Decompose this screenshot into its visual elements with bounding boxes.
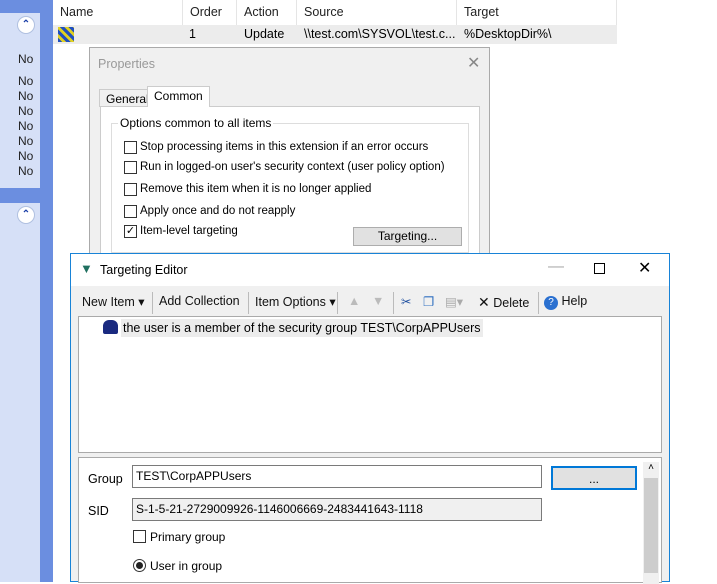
status-value: No <box>18 104 34 118</box>
scrollbar[interactable]: ˄ <box>643 462 659 584</box>
targeting-tree: the user is a member of the security gro… <box>78 316 662 453</box>
help-label: Help <box>561 294 588 308</box>
move-up-icon[interactable]: ▲ <box>348 294 360 308</box>
properties-dialog: Properties ✕ General Options common to a… <box>89 47 490 259</box>
status-value: No <box>18 89 34 103</box>
paste-icon[interactable]: ▤▾ <box>445 294 463 309</box>
primary-group-checkbox[interactable] <box>133 530 146 543</box>
help-icon: ? <box>544 296 558 310</box>
column-header-order[interactable]: Order <box>183 0 237 25</box>
option-label: Run in logged-on user's security context… <box>140 161 445 173</box>
targeting-button[interactable]: Targeting... <box>353 227 462 246</box>
primary-group-label: Primary group <box>150 530 226 544</box>
option-label: Apply once and do not reapply <box>140 205 296 217</box>
minimize-icon[interactable]: — <box>548 258 564 276</box>
group-input[interactable]: TEST\CorpAPPUsers <box>132 465 542 488</box>
copy-icon[interactable]: ❐ <box>423 294 434 309</box>
option-checkbox[interactable] <box>124 205 137 218</box>
browse-button[interactable]: ... <box>551 466 637 490</box>
cell-order: 1 <box>189 27 196 41</box>
shortcut-item-icon <box>58 27 74 42</box>
add-collection-button[interactable]: Add Collection <box>159 294 240 308</box>
item-options-button[interactable]: Item Options ▾ <box>255 294 336 309</box>
delete-button[interactable]: ✕ Delete <box>478 294 529 311</box>
status-value: No <box>18 74 34 88</box>
column-header-name[interactable]: Name <box>53 0 183 25</box>
scrollbar-thumb[interactable] <box>644 478 658 573</box>
group-label: Group <box>88 472 123 486</box>
toolbar-separator <box>538 292 539 314</box>
new-item-label: New Item <box>82 295 135 309</box>
column-header-target[interactable]: Target <box>457 0 617 25</box>
toolbar-separator <box>248 292 249 314</box>
cell-source: \\test.com\SYSVOL\test.c... <box>304 27 456 41</box>
item-properties-panel: Group TEST\CorpAPPUsers ... SID S-1-5-21… <box>78 457 662 584</box>
delete-icon: ✕ <box>478 294 490 310</box>
tab-common[interactable]: Common <box>147 86 210 107</box>
security-group-icon <box>103 320 118 334</box>
status-value: No <box>18 52 34 66</box>
move-down-icon[interactable]: ▼ <box>372 294 384 308</box>
item-options-label: Item Options <box>255 295 326 309</box>
toolbar-separator <box>393 292 394 314</box>
cell-target: %DesktopDir%\ <box>464 27 552 41</box>
option-checkbox[interactable] <box>124 161 137 174</box>
option-checkbox[interactable] <box>124 141 137 154</box>
targeting-editor-window: ▼ Targeting Editor — ✕ New Item ▾ Add Co… <box>70 253 670 584</box>
dialog-title: Properties <box>98 57 155 71</box>
close-icon[interactable]: ✕ <box>467 53 480 73</box>
cell-action: Update <box>244 27 285 41</box>
help-button[interactable]: ? Help <box>544 294 587 310</box>
cut-icon[interactable]: ✂ <box>401 294 411 309</box>
new-item-button[interactable]: New Item ▾ <box>82 294 145 309</box>
status-value: No <box>18 164 34 178</box>
toolbar-separator <box>337 292 338 314</box>
column-header-action[interactable]: Action <box>237 0 297 25</box>
tab-panel-common: Options common to all items Stop process… <box>100 106 480 256</box>
column-header-source[interactable]: Source <box>297 0 457 25</box>
option-checkbox[interactable]: ✓ <box>124 225 137 238</box>
task-panel-2: ⌃ <box>0 203 40 582</box>
maximize-icon[interactable] <box>594 263 605 274</box>
option-label: Remove this item when it is no longer ap… <box>140 183 372 195</box>
title-bar: ▼ Targeting Editor — ✕ <box>71 254 669 286</box>
double-chevron-up-icon[interactable]: ⌃ <box>17 206 35 224</box>
user-in-group-label: User in group <box>150 559 223 573</box>
status-value: No <box>18 134 34 148</box>
tree-item[interactable]: the user is a member of the security gro… <box>121 319 483 337</box>
scroll-up-icon[interactable]: ˄ <box>643 462 659 478</box>
option-checkbox[interactable] <box>124 183 137 196</box>
sid-input[interactable]: S-1-5-21-2729009926-1146006669-248344164… <box>132 498 542 521</box>
close-icon[interactable]: ✕ <box>638 258 651 278</box>
status-value: No <box>18 149 34 163</box>
window-title: Targeting Editor <box>100 263 188 277</box>
sid-label: SID <box>88 504 109 518</box>
options-group: Options common to all items Stop process… <box>111 116 469 253</box>
group-label: Options common to all items <box>118 116 274 130</box>
status-value: No <box>18 119 34 133</box>
user-in-group-radio[interactable] <box>133 559 146 572</box>
option-label: Stop processing items in this extension … <box>140 141 429 153</box>
delete-label: Delete <box>493 296 530 310</box>
toolbar-separator <box>152 292 153 314</box>
option-label: Item-level targeting <box>140 225 238 237</box>
filter-icon: ▼ <box>80 261 93 276</box>
double-chevron-up-icon[interactable]: ⌃ <box>17 16 35 34</box>
